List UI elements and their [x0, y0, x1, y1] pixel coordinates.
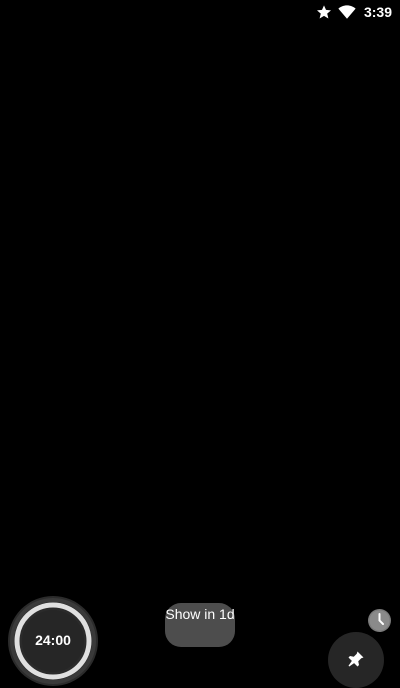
status-bar: 3:39 — [316, 0, 400, 24]
star-icon — [316, 4, 332, 20]
wifi-icon — [338, 4, 356, 20]
show-in-label: Show in 1d — [165, 606, 235, 622]
clock-badge[interactable] — [368, 609, 391, 632]
pin-icon — [347, 650, 365, 673]
clock-icon — [369, 610, 390, 631]
timer-dial[interactable]: 24:00 — [8, 596, 98, 686]
timer-value: 24:00 — [35, 632, 71, 648]
status-time: 3:39 — [363, 4, 392, 20]
pin-fab-button[interactable] — [328, 632, 384, 688]
